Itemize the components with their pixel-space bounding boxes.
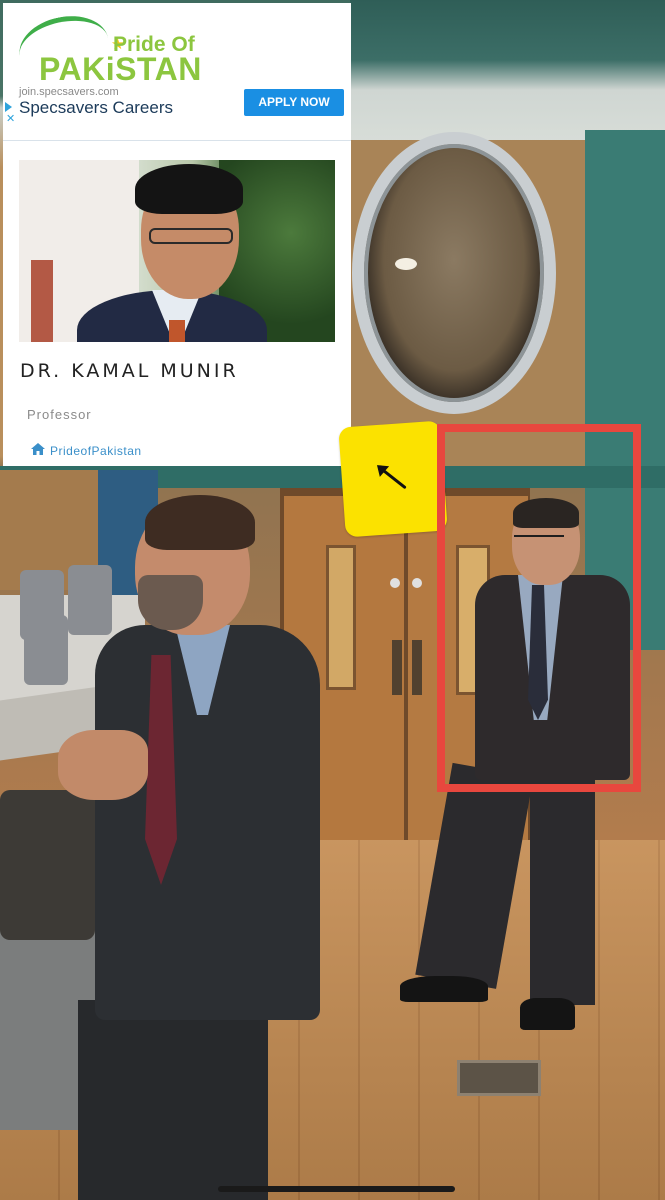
ad-domain: join.specsavers.com — [19, 86, 119, 98]
yellow-sticky-note — [338, 420, 448, 538]
standing-man-shoe-left — [400, 976, 488, 1002]
ad-banner[interactable]: ★ Pride Of PAKiSTAN ✕ join.specsavers.co… — [3, 3, 351, 141]
floor-vent — [457, 1060, 541, 1096]
speaker-beard — [138, 575, 203, 630]
standing-man-leg-right — [530, 770, 595, 1005]
chair — [68, 565, 112, 635]
profile-name: DR. KAMAL MUNIR — [20, 360, 239, 382]
arrow-up-left-icon — [376, 465, 407, 489]
home-indicator[interactable] — [218, 1186, 455, 1192]
profile-role: Professor — [27, 407, 92, 422]
speaker-hair — [145, 495, 255, 550]
door-knob-right — [412, 578, 422, 588]
speaker-legs — [78, 1000, 268, 1200]
door-knob-left — [390, 578, 400, 588]
portrait-tie — [169, 320, 185, 342]
door-handle-left — [392, 640, 402, 695]
standing-man-shoe-right — [520, 998, 575, 1030]
apply-now-button[interactable]: APPLY NOW — [244, 89, 344, 116]
seated-person — [0, 790, 95, 940]
adchoices-icon[interactable] — [5, 102, 12, 112]
profile-source-link[interactable]: PrideofPakistan — [50, 444, 142, 458]
logo-line2: PAKiSTAN — [39, 51, 202, 87]
door-handle-right — [412, 640, 422, 695]
photo-background-window — [31, 260, 53, 342]
profile-photo — [19, 160, 335, 342]
profile-card: ★ Pride Of PAKiSTAN ✕ join.specsavers.co… — [3, 3, 351, 466]
pride-of-pakistan-logo: ★ Pride Of PAKiSTAN — [13, 8, 213, 87]
close-icon[interactable]: ✕ — [6, 114, 15, 125]
ad-headline[interactable]: Specsavers Careers — [19, 98, 173, 118]
divider — [3, 140, 351, 141]
portrait-hair — [135, 164, 243, 214]
portrait-glasses — [149, 228, 233, 244]
home-icon — [31, 443, 45, 455]
round-window — [352, 132, 556, 414]
ceiling — [350, 0, 665, 150]
speaker-hand — [58, 730, 148, 800]
chair — [24, 615, 68, 685]
red-highlight-box — [437, 424, 641, 792]
door-window-left — [326, 545, 356, 690]
ceiling-light — [395, 258, 417, 270]
